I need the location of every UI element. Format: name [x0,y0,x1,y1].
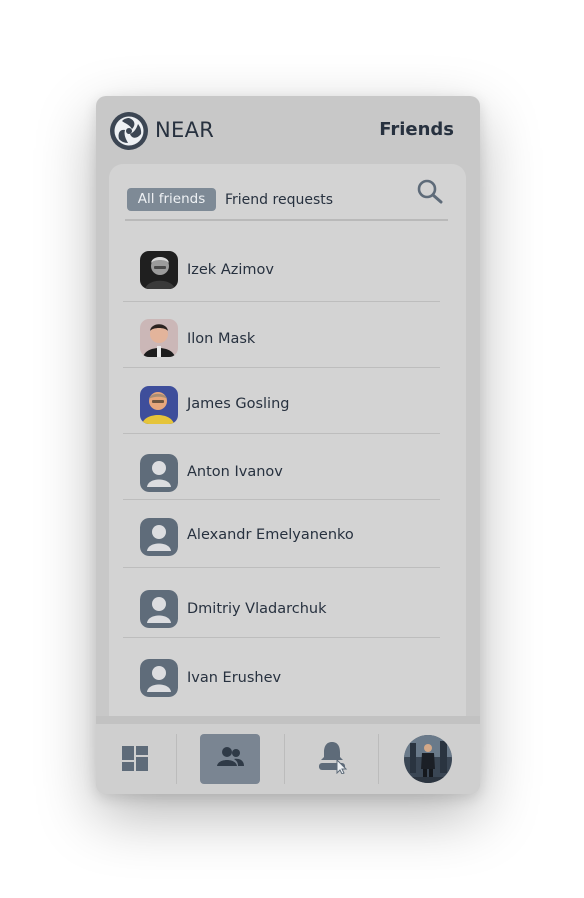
nav-friends[interactable] [200,724,260,794]
friend-row[interactable]: Alexandr Emelyanenko [123,500,440,568]
friend-row[interactable]: Izek Azimov [123,236,440,302]
friend-name: Dmitriy Vladarchuk [187,601,327,617]
nav-separator [378,734,379,784]
bottom-navigation [96,724,480,794]
friend-name: Izek Azimov [187,262,274,278]
user-placeholder-icon [140,659,178,697]
tab-friend-requests[interactable]: Friend requests [225,188,333,211]
friend-name: Alexandr Emelyanenko [187,527,354,543]
panel-bottom-edge [96,716,480,724]
nav-separator [176,734,177,784]
nav-dashboard[interactable] [114,724,174,794]
header: NEAR Friends [96,96,480,164]
tabs-divider [125,219,448,221]
nav-profile[interactable] [400,724,460,794]
notification-bell-icon [318,740,350,778]
friend-avatar-photo [140,251,178,289]
page-title: Friends [379,119,454,140]
friend-avatar-photo [140,319,178,357]
friend-name: Ivan Erushev [187,670,282,686]
nav-separator [284,734,285,784]
friends-panel: All friends Friend requests Izek Azimov … [109,164,466,716]
friend-name: Ilon Mask [187,331,256,347]
friends-icon [217,746,245,774]
profile-avatar [404,735,452,783]
friend-row[interactable]: Ilon Mask [123,302,440,368]
near-logo-icon[interactable] [110,112,148,150]
friend-row[interactable]: Ivan Erushev [123,638,440,716]
nav-notifications[interactable] [306,724,366,794]
friend-avatar-photo [140,386,178,424]
friend-name: Anton Ivanov [187,464,283,480]
user-placeholder-icon [140,454,178,492]
user-placeholder-icon [140,590,178,628]
dashboard-icon [122,746,150,776]
friend-row[interactable]: Dmitriy Vladarchuk [123,568,440,638]
app-frame: NEAR Friends All friends Friend requests [96,96,480,794]
friend-name: James Gosling [187,396,290,412]
friend-row[interactable]: Anton Ivanov [123,434,440,500]
brand-name: NEAR [155,118,215,142]
search-icon[interactable] [415,178,447,208]
user-placeholder-icon [140,518,178,556]
friend-row[interactable]: James Gosling [123,368,440,434]
tab-all-friends[interactable]: All friends [127,188,216,211]
